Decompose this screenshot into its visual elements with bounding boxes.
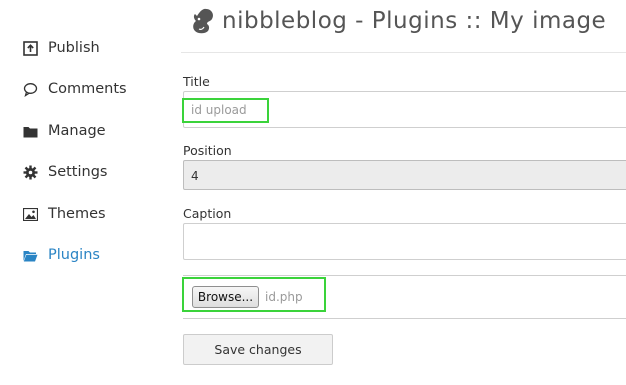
sidebar-item-comments[interactable]: Comments xyxy=(22,79,127,99)
gear-icon xyxy=(22,164,38,180)
save-changes-button[interactable]: Save changes xyxy=(183,334,333,365)
caption-label: Caption xyxy=(183,206,232,221)
squirrel-logo-icon xyxy=(190,7,216,35)
position-label: Position xyxy=(183,143,232,158)
sidebar-item-label: Manage xyxy=(48,123,106,139)
sidebar-item-label: Plugins xyxy=(48,247,100,263)
page-title: nibbleblog - Plugins :: My image xyxy=(222,8,607,34)
position-input-value: 4 xyxy=(191,169,199,183)
position-input[interactable]: 4 xyxy=(183,160,626,190)
header-divider xyxy=(181,52,626,53)
sidebar-item-settings[interactable]: Settings xyxy=(22,162,107,182)
file-highlight-box xyxy=(182,277,326,312)
page: Publish Comments Manage Settings Themes … xyxy=(0,0,626,385)
sidebar-item-label: Settings xyxy=(48,164,108,180)
sidebar-item-label: Comments xyxy=(48,81,127,97)
sidebar-item-label: Themes xyxy=(48,206,106,222)
sidebar-item-publish[interactable]: Publish xyxy=(22,38,100,58)
title-highlight-box xyxy=(182,98,269,123)
sidebar: Publish Comments Manage Settings Themes … xyxy=(0,0,170,385)
sidebar-item-themes[interactable]: Themes xyxy=(22,204,106,224)
image-icon xyxy=(22,206,38,222)
folder-open-icon xyxy=(22,247,38,263)
sidebar-item-manage[interactable]: Manage xyxy=(22,121,106,141)
folder-icon xyxy=(22,123,38,139)
title-label: Title xyxy=(183,74,210,89)
comment-icon xyxy=(22,81,38,97)
publish-icon xyxy=(22,40,38,56)
page-header: nibbleblog - Plugins :: My image xyxy=(190,4,606,38)
caption-input[interactable] xyxy=(183,223,626,260)
sidebar-item-label: Publish xyxy=(48,40,100,56)
sidebar-item-plugins[interactable]: Plugins xyxy=(22,245,100,265)
